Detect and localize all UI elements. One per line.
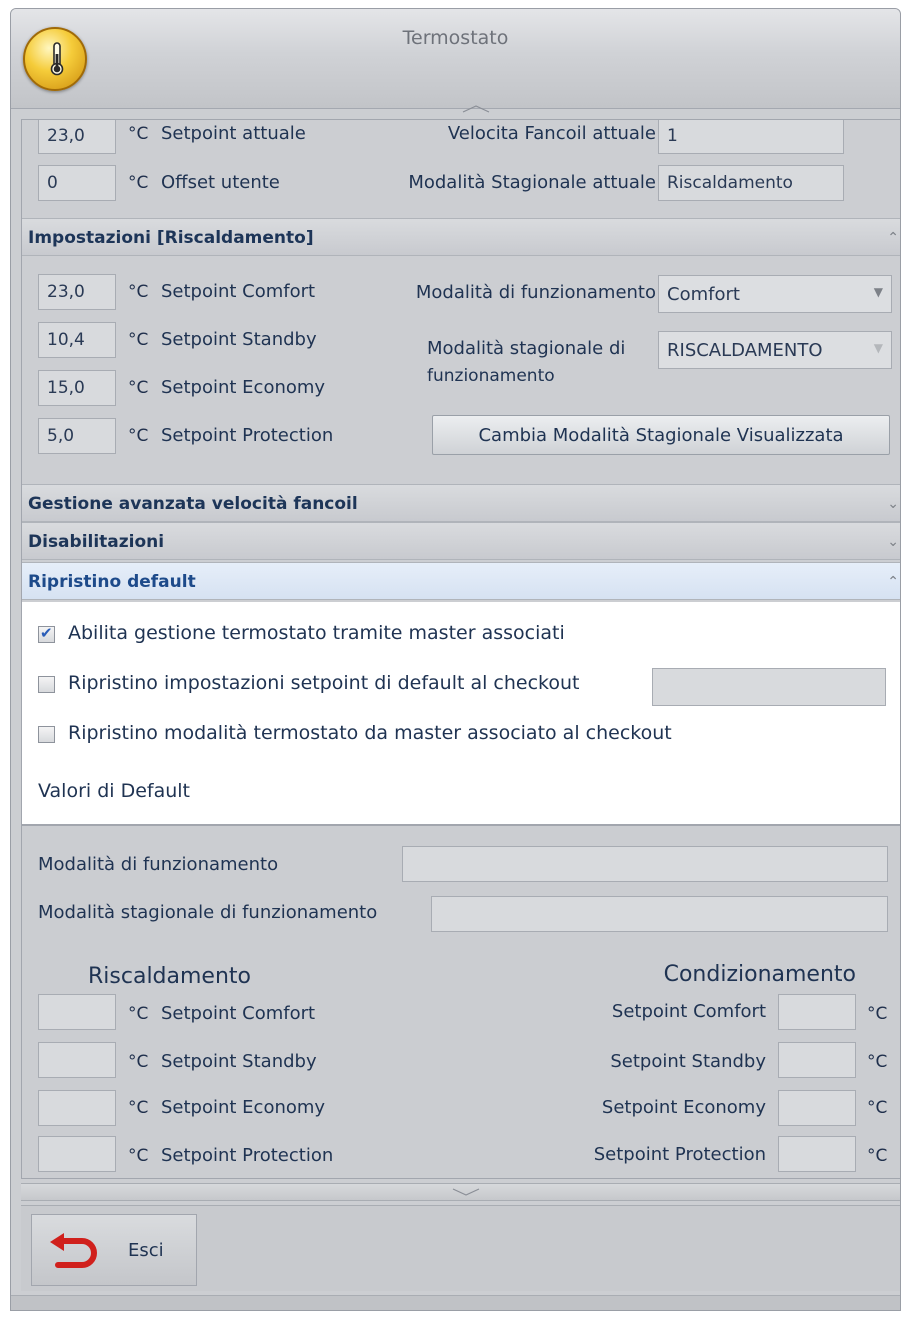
thermostat-window: Termostato 23,0 °C Setpoint attuale Velo… — [10, 8, 901, 1311]
ripristino-panel: Abilita gestione termostato tramite mast… — [22, 602, 900, 824]
setpoint-standby-field[interactable]: 10,4 — [38, 322, 116, 358]
exit-label: Esci — [128, 1240, 164, 1261]
section-impostazioni-header[interactable]: Impostazioni [Riscaldamento] ⌃ — [22, 218, 900, 256]
fan-speed-field: 1 — [658, 120, 844, 154]
unit-label: °C — [128, 1004, 149, 1024]
section-title: Gestione avanzata velocità fancoil — [28, 494, 358, 514]
unit-label: °C — [128, 1052, 149, 1072]
offset-field: 0 — [38, 165, 116, 201]
seasonal-mode-field: Riscaldamento — [658, 165, 844, 201]
operating-mode-dropdown[interactable]: Comfort ▼ — [658, 275, 892, 313]
window-title: Termostato — [402, 27, 509, 49]
footer-grip[interactable] — [21, 1183, 900, 1201]
default-heating-economy-label: Setpoint Economy — [161, 1097, 326, 1118]
current-setpoint-field: 23,0 — [38, 120, 116, 154]
unit-label: °C — [128, 173, 149, 193]
unit-label: °C — [867, 1052, 888, 1072]
unit-label: °C — [128, 378, 149, 398]
default-operating-mode-field — [402, 846, 888, 882]
default-seasonal-mode-label: Modalità stagionale di funzionamento — [38, 902, 378, 923]
collapse-grip-icon[interactable] — [451, 1188, 481, 1196]
default-cooling-protection-label: Setpoint Protection — [593, 1144, 766, 1165]
default-heating-protection-field — [38, 1136, 116, 1172]
fan-speed-label: Velocita Fancoil attuale — [447, 123, 656, 144]
default-cooling-standby-label: Setpoint Standby — [610, 1051, 766, 1072]
unit-label: °C — [128, 330, 149, 350]
unit-label: °C — [128, 124, 149, 144]
default-cooling-standby-field — [778, 1042, 856, 1078]
section-ripristino-header[interactable]: Ripristino default ⌃ — [22, 562, 900, 600]
default-cooling-economy-field — [778, 1090, 856, 1126]
change-seasonal-mode-button[interactable]: Cambia Modalità Stagionale Visualizzata — [432, 415, 890, 455]
seasonal-mode-dropdown[interactable]: RISCALDAMENTO ▼ — [658, 331, 892, 369]
setpoint-protection-field[interactable]: 5,0 — [38, 418, 116, 454]
unit-label: °C — [867, 1004, 888, 1024]
section-title: Impostazioni [Riscaldamento] — [28, 228, 314, 248]
default-heating-economy-field — [38, 1090, 116, 1126]
setpoint-protection-label: Setpoint Protection — [161, 425, 334, 446]
section-title: Ripristino default — [28, 572, 196, 592]
setpoint-economy-label: Setpoint Economy — [161, 377, 326, 398]
collapse-grip-icon[interactable] — [461, 105, 491, 113]
default-heating-comfort-field — [38, 994, 116, 1030]
restore-mode-label: Ripristino modalità termostato da master… — [68, 722, 672, 744]
content-panel: 23,0 °C Setpoint attuale Velocita Fancoi… — [21, 119, 900, 1179]
default-seasonal-mode-field — [431, 896, 888, 932]
seasonal-mode-label-line1: Modalità stagionale di — [427, 338, 626, 359]
operating-mode-label: Modalità di funzionamento — [415, 282, 656, 303]
chevron-down-icon[interactable]: ▼ — [874, 341, 883, 355]
restore-setpoint-label: Ripristino impostazioni setpoint di defa… — [68, 672, 580, 694]
unit-label: °C — [128, 1098, 149, 1118]
cooling-title: Condizionamento — [663, 962, 856, 987]
offset-label: Offset utente — [161, 172, 280, 193]
enable-master-checkbox[interactable] — [38, 624, 55, 643]
chevron-down-icon[interactable]: ▼ — [874, 285, 883, 299]
default-operating-mode-label: Modalità di funzionamento — [38, 854, 279, 875]
restore-setpoint-field[interactable] — [652, 668, 886, 706]
unit-label: °C — [128, 426, 149, 446]
back-arrow-icon — [50, 1233, 97, 1268]
double-chevron-up-icon[interactable]: ⌃ — [887, 574, 899, 590]
title-bar: Termostato — [11, 9, 900, 113]
heating-title: Riscaldamento — [88, 964, 251, 989]
setpoint-economy-field[interactable]: 15,0 — [38, 370, 116, 406]
unit-label: °C — [128, 1146, 149, 1166]
seasonal-mode-label-line2: funzionamento — [427, 366, 555, 386]
default-cooling-protection-field — [778, 1136, 856, 1172]
default-heating-standby-label: Setpoint Standby — [161, 1051, 317, 1072]
restore-setpoint-checkbox[interactable] — [38, 676, 55, 693]
unit-label: °C — [867, 1098, 888, 1118]
defaults-heading: Valori di Default — [38, 780, 190, 802]
default-cooling-comfort-label: Setpoint Comfort — [611, 1001, 766, 1022]
current-setpoint-label: Setpoint attuale — [161, 123, 306, 144]
exit-button[interactable]: Esci — [31, 1214, 197, 1286]
default-heating-protection-label: Setpoint Protection — [161, 1145, 334, 1166]
double-chevron-down-icon[interactable]: ⌄ — [887, 496, 899, 512]
enable-master-label: Abilita gestione termostato tramite mast… — [68, 622, 565, 644]
status-strip — [11, 1295, 900, 1310]
unit-label: °C — [128, 282, 149, 302]
setpoint-comfort-label: Setpoint Comfort — [161, 281, 316, 302]
default-heating-standby-field — [38, 1042, 116, 1078]
section-disabilitazioni-header[interactable]: Disabilitazioni ⌄ — [22, 522, 900, 560]
section-title: Disabilitazioni — [28, 532, 165, 552]
default-cooling-economy-label: Setpoint Economy — [601, 1097, 766, 1118]
footer-bar: Esci — [21, 1205, 900, 1291]
restore-mode-checkbox[interactable] — [38, 726, 55, 743]
defaults-panel: Modalità di funzionamento Modalità stagi… — [22, 824, 900, 1178]
default-cooling-comfort-field — [778, 994, 856, 1030]
seasonal-mode-value: RISCALDAMENTO — [667, 340, 823, 361]
unit-label: °C — [867, 1146, 888, 1166]
seasonal-mode-label: Modalità Stagionale attuale — [408, 172, 656, 193]
double-chevron-up-icon[interactable]: ⌃ — [887, 230, 899, 246]
section-fancoil-header[interactable]: Gestione avanzata velocità fancoil ⌄ — [22, 484, 900, 522]
setpoint-standby-label: Setpoint Standby — [161, 329, 317, 350]
operating-mode-value: Comfort — [667, 284, 740, 305]
setpoint-comfort-field[interactable]: 23,0 — [38, 274, 116, 310]
default-heating-comfort-label: Setpoint Comfort — [161, 1003, 316, 1024]
double-chevron-down-icon[interactable]: ⌄ — [887, 534, 899, 550]
